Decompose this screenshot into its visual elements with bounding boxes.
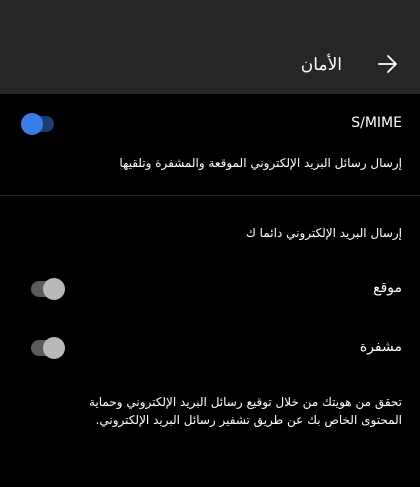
encrypted-toggle[interactable] (31, 337, 65, 359)
back-button[interactable] (374, 50, 402, 78)
toggle-knob (43, 337, 65, 359)
smime-description: إرسال رسائل البريد الإلكتروني الموقعة وا… (119, 156, 402, 170)
signed-label: موقع (373, 280, 402, 296)
signed-toggle[interactable] (31, 278, 65, 300)
toggle-knob (21, 113, 43, 135)
footer-description: تحقق من هويتك من خلال توقيع رسائل البريد… (88, 395, 402, 427)
section-divider (0, 195, 420, 196)
page-title: الأمان (300, 55, 342, 75)
arrow-right-icon (378, 55, 397, 73)
smime-toggle[interactable] (21, 113, 54, 135)
always-send-heading: إرسال البريد الإلكتروني دائما ك (245, 226, 402, 240)
app-header: الأمان (0, 0, 420, 94)
encrypted-label: مشفرة (359, 339, 402, 355)
smime-label: S/MIME (351, 115, 402, 131)
toggle-knob (43, 278, 65, 300)
